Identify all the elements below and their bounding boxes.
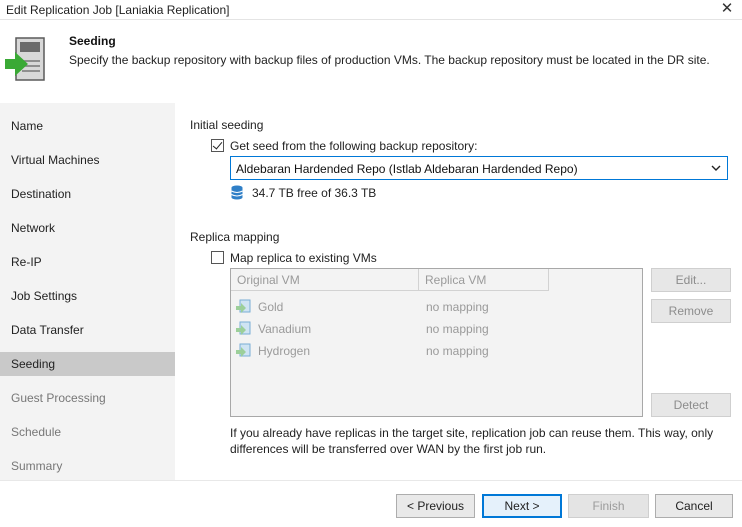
sidebar-item-seeding[interactable]: Seeding: [0, 352, 175, 376]
original-vm-name: Hydrogen: [258, 344, 311, 358]
column-replica-vm: Replica VM: [419, 269, 549, 291]
title-bar: Edit Replication Job [Laniakia Replicati…: [0, 0, 742, 20]
table-row[interactable]: Gold no mapping: [231, 296, 642, 318]
sidebar-item-schedule: Schedule: [11, 425, 62, 439]
get-seed-label: Get seed from the following backup repos…: [230, 139, 478, 153]
replica-vm-mapping: no mapping: [426, 344, 489, 358]
column-original-vm: Original VM: [231, 269, 419, 291]
sidebar-item-network[interactable]: Network: [0, 216, 175, 240]
wizard-footer: < Previous Next > Finish Cancel: [0, 480, 742, 527]
get-seed-checkbox[interactable]: [211, 139, 224, 152]
replica-mapping-info: If you already have replicas in the targ…: [230, 426, 714, 456]
vm-icon: [236, 299, 251, 313]
backup-repository-select[interactable]: Aldebaran Hardended Repo (Istlab Aldebar…: [230, 156, 728, 180]
replica-vm-mapping: no mapping: [426, 322, 489, 336]
chevron-down-icon: [711, 165, 721, 171]
remove-button[interactable]: Remove: [651, 299, 731, 323]
original-vm-name: Vanadium: [258, 322, 312, 336]
edit-button[interactable]: Edit...: [651, 268, 731, 292]
original-vm-name: Gold: [258, 300, 284, 314]
wizard-steps-sidebar: Name Virtual Machines Destination Networ…: [0, 103, 175, 480]
database-icon: [231, 185, 243, 200]
close-icon[interactable]: ✕: [716, 0, 738, 20]
table-row[interactable]: Vanadium no mapping: [231, 318, 642, 340]
map-replica-label: Map replica to existing VMs: [230, 251, 377, 265]
table-row[interactable]: Hydrogen no mapping: [231, 340, 642, 362]
sidebar-item-name[interactable]: Name: [0, 114, 175, 138]
sidebar-item-destination[interactable]: Destination: [0, 182, 175, 206]
finish-button[interactable]: Finish: [568, 494, 649, 518]
vm-icon: [236, 343, 251, 357]
repository-free-space: 34.7 TB free of 36.3 TB: [252, 186, 377, 200]
sidebar-item-virtual-machines[interactable]: Virtual Machines: [0, 148, 175, 172]
cancel-button[interactable]: Cancel: [655, 494, 733, 518]
replication-seeding-icon: [5, 37, 45, 81]
sidebar-item-data-transfer[interactable]: Data Transfer: [0, 318, 175, 342]
map-replica-checkbox[interactable]: [211, 251, 224, 264]
previous-button[interactable]: < Previous: [396, 494, 475, 518]
sidebar-item-summary: Summary: [11, 459, 63, 473]
replica-vm-mapping: no mapping: [426, 300, 489, 314]
detect-button[interactable]: Detect: [651, 393, 731, 417]
page-description: Specify the backup repository with backu…: [69, 53, 710, 67]
sidebar-item-guest-processing: Guest Processing: [11, 391, 106, 405]
wizard-header: Seeding Specify the backup repository wi…: [0, 21, 742, 103]
page-title: Seeding: [69, 34, 116, 48]
replica-mapping-table: Original VM Replica VM Gold no mapping V…: [230, 268, 643, 417]
sidebar-item-re-ip[interactable]: Re-IP: [0, 250, 175, 274]
initial-seeding-label: Initial seeding: [190, 118, 264, 132]
vm-icon: [236, 321, 251, 335]
seeding-panel: Initial seeding Get seed from the follow…: [175, 103, 742, 480]
next-button[interactable]: Next >: [482, 494, 562, 518]
backup-repository-value: Aldebaran Hardended Repo (Istlab Aldebar…: [236, 162, 578, 176]
replica-mapping-label: Replica mapping: [190, 230, 280, 244]
window-title: Edit Replication Job [Laniakia Replicati…: [6, 3, 230, 17]
sidebar-item-job-settings[interactable]: Job Settings: [0, 284, 175, 308]
